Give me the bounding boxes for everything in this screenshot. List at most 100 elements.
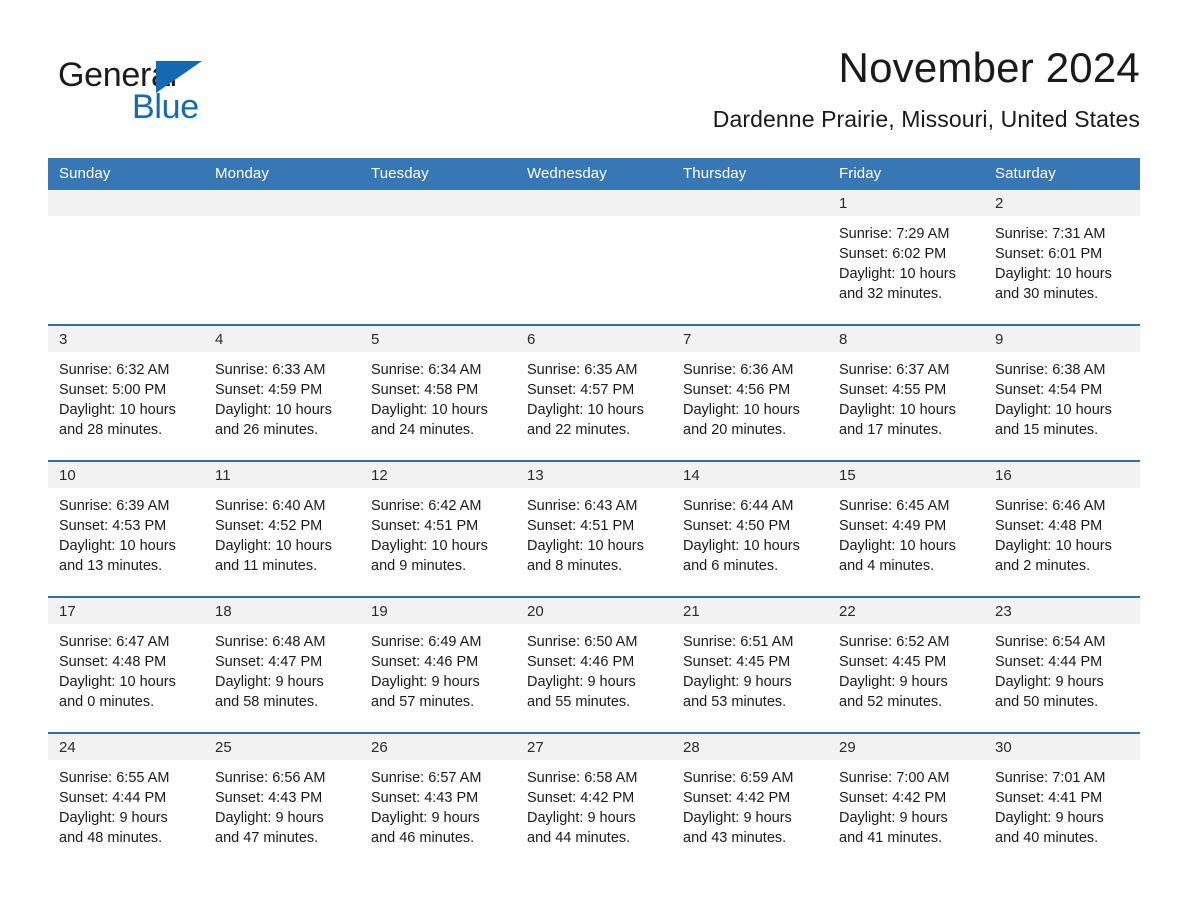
day-details: Sunrise: 6:44 AM Sunset: 4:50 PM Daylight:… [672,488,828,576]
calendar-day-cell[interactable]: 12 Sunrise: 6:42 AM Sunset: 4:51 PM Dayligh… [360,460,516,597]
day-details: Sunrise: 6:52 AM Sunset: 4:45 PM Daylight:… [828,624,984,712]
day-details [360,216,516,224]
day-detail-line: Daylight: 9 hours [215,674,324,690]
day-detail-line: Daylight: 9 hours [839,810,948,826]
day-number: 15 [828,462,984,488]
day-detail-line: Sunset: 5:00 PM [59,382,167,398]
day-detail-line: Daylight: 9 hours [995,810,1104,826]
day-number [516,190,672,216]
day-detail-line: Daylight: 10 hours [527,402,644,418]
day-number: 6 [516,326,672,352]
day-detail-line: and 4 minutes. [839,558,935,574]
day-detail-line: Sunset: 4:45 PM [683,654,791,670]
day-detail-line: Sunrise: 6:56 AM [215,770,326,786]
day-detail-line: Sunset: 4:51 PM [371,518,479,534]
day-details: Sunrise: 6:54 AM Sunset: 4:44 PM Daylight:… [984,624,1140,712]
calendar-day-cell[interactable]: 15 Sunrise: 6:45 AM Sunset: 4:49 PM Dayligh… [828,460,984,597]
day-detail-line: and 40 minutes. [995,830,1099,846]
day-details [204,216,360,224]
day-details: Sunrise: 6:43 AM Sunset: 4:51 PM Daylight:… [516,488,672,576]
day-detail-line: Daylight: 10 hours [59,674,176,690]
calendar-day-cell[interactable]: 4 Sunrise: 6:33 AM Sunset: 4:59 PM Daylight… [204,324,360,461]
calendar-day-cell[interactable]: 13 Sunrise: 6:43 AM Sunset: 4:51 PM Dayligh… [516,460,672,597]
calendar-container: Sunday Monday Tuesday Wednesday Thursday… [48,158,1140,868]
calendar-day-cell[interactable]: 30 Sunrise: 7:01 AM Sunset: 4:41 PM Dayligh… [984,732,1140,868]
day-number: 13 [516,462,672,488]
calendar-day-cell[interactable]: 14 Sunrise: 6:44 AM Sunset: 4:50 PM Dayligh… [672,460,828,597]
day-details: Sunrise: 6:46 AM Sunset: 4:48 PM Daylight:… [984,488,1140,576]
day-detail-line: Daylight: 10 hours [839,538,956,554]
day-detail-line: and 6 minutes. [683,558,779,574]
day-detail-line: and 53 minutes. [683,694,787,710]
calendar-day-cell[interactable]: 22 Sunrise: 6:52 AM Sunset: 4:45 PM Dayligh… [828,596,984,733]
day-details: Sunrise: 6:32 AM Sunset: 5:00 PM Daylight:… [48,352,204,440]
day-details: Sunrise: 7:01 AM Sunset: 4:41 PM Daylight:… [984,760,1140,848]
calendar-day-cell[interactable]: 11 Sunrise: 6:40 AM Sunset: 4:52 PM Dayligh… [204,460,360,597]
day-detail-line: and 50 minutes. [995,694,1099,710]
day-details: Sunrise: 6:57 AM Sunset: 4:43 PM Daylight:… [360,760,516,848]
calendar-day-cell[interactable]: 5 Sunrise: 6:34 AM Sunset: 4:58 PM Daylight… [360,324,516,461]
calendar-day-cell[interactable]: 18 Sunrise: 6:48 AM Sunset: 4:47 PM Dayligh… [204,596,360,733]
day-detail-line: Sunrise: 6:40 AM [215,498,326,514]
calendar-day-cell[interactable]: 16 Sunrise: 6:46 AM Sunset: 4:48 PM Dayligh… [984,460,1140,597]
calendar-day-cell[interactable]: 3 Sunrise: 6:32 AM Sunset: 5:00 PM Daylight… [48,324,204,461]
day-number: 28 [672,734,828,760]
weekday-header-tuesday: Tuesday [360,158,516,190]
calendar-day-cell[interactable]: 10 Sunrise: 6:39 AM Sunset: 4:53 PM Dayligh… [48,460,204,597]
day-detail-line: and 17 minutes. [839,422,943,438]
calendar-day-cell[interactable]: 7 Sunrise: 6:36 AM Sunset: 4:56 PM Daylight… [672,324,828,461]
day-detail-line: and 9 minutes. [371,558,467,574]
day-number: 21 [672,598,828,624]
day-detail-line: Daylight: 10 hours [995,402,1112,418]
day-detail-line: Sunrise: 6:32 AM [59,362,170,378]
day-detail-line: Sunrise: 6:46 AM [995,498,1106,514]
day-detail-line: Sunrise: 6:39 AM [59,498,170,514]
page-header: General Blue November 2024 Dardenne Prai… [48,40,1140,150]
day-details [48,216,204,224]
day-detail-line: and 11 minutes. [215,558,318,574]
calendar-day-cell[interactable]: 20 Sunrise: 6:50 AM Sunset: 4:46 PM Dayligh… [516,596,672,733]
calendar-day-cell[interactable]: 6 Sunrise: 6:35 AM Sunset: 4:57 PM Daylight… [516,324,672,461]
day-detail-line: Sunrise: 6:58 AM [527,770,638,786]
day-detail-line: Sunrise: 6:55 AM [59,770,170,786]
calendar-day-cell[interactable]: 24 Sunrise: 6:55 AM Sunset: 4:44 PM Dayligh… [48,732,204,868]
calendar-table: Sunday Monday Tuesday Wednesday Thursday… [48,158,1140,868]
general-blue-logo[interactable]: General Blue [58,56,318,140]
calendar-week-row: 1 Sunrise: 7:29 AM Sunset: 6:02 PM Daylight… [48,190,1140,325]
calendar-day-cell[interactable]: 8 Sunrise: 6:37 AM Sunset: 4:55 PM Daylight… [828,324,984,461]
calendar-day-cell[interactable]: 2 Sunrise: 7:31 AM Sunset: 6:01 PM Daylight… [984,190,1140,325]
calendar-day-cell[interactable]: 9 Sunrise: 6:38 AM Sunset: 4:54 PM Daylight… [984,324,1140,461]
day-details: Sunrise: 6:47 AM Sunset: 4:48 PM Daylight:… [48,624,204,712]
day-number: 1 [828,190,984,216]
day-details: Sunrise: 6:45 AM Sunset: 4:49 PM Daylight:… [828,488,984,576]
day-number: 16 [984,462,1140,488]
calendar-day-cell[interactable]: 23 Sunrise: 6:54 AM Sunset: 4:44 PM Dayligh… [984,596,1140,733]
day-detail-line: and 32 minutes. [839,286,943,302]
calendar-day-cell[interactable]: 28 Sunrise: 6:59 AM Sunset: 4:42 PM Dayligh… [672,732,828,868]
calendar-day-cell[interactable]: 17 Sunrise: 6:47 AM Sunset: 4:48 PM Dayligh… [48,596,204,733]
calendar-day-cell[interactable]: 19 Sunrise: 6:49 AM Sunset: 4:46 PM Dayligh… [360,596,516,733]
day-detail-line: Sunrise: 6:43 AM [527,498,638,514]
day-detail-line: Sunrise: 6:52 AM [839,634,950,650]
day-number [672,190,828,216]
calendar-day-cell[interactable]: 26 Sunrise: 6:57 AM Sunset: 4:43 PM Dayligh… [360,732,516,868]
day-detail-line: Sunset: 4:46 PM [527,654,635,670]
day-detail-line: Daylight: 9 hours [839,674,948,690]
calendar-day-cell[interactable]: 25 Sunrise: 6:56 AM Sunset: 4:43 PM Dayligh… [204,732,360,868]
calendar-day-cell[interactable]: 1 Sunrise: 7:29 AM Sunset: 6:02 PM Daylight… [828,190,984,325]
day-detail-line: Sunrise: 7:29 AM [839,226,950,242]
day-detail-line: and 55 minutes. [527,694,631,710]
weekday-header-thursday: Thursday [672,158,828,190]
day-number: 4 [204,326,360,352]
day-detail-line: Sunset: 4:49 PM [839,518,947,534]
day-number: 8 [828,326,984,352]
day-detail-line: Sunset: 4:55 PM [839,382,947,398]
calendar-day-cell[interactable]: 21 Sunrise: 6:51 AM Sunset: 4:45 PM Dayligh… [672,596,828,733]
calendar-day-cell[interactable]: 29 Sunrise: 7:00 AM Sunset: 4:42 PM Dayligh… [828,732,984,868]
calendar-header-row: Sunday Monday Tuesday Wednesday Thursday… [48,158,1140,190]
day-details: Sunrise: 6:36 AM Sunset: 4:56 PM Daylight:… [672,352,828,440]
day-details: Sunrise: 6:39 AM Sunset: 4:53 PM Daylight:… [48,488,204,576]
day-detail-line: Sunset: 4:51 PM [527,518,635,534]
calendar-day-cell[interactable]: 27 Sunrise: 6:58 AM Sunset: 4:42 PM Dayligh… [516,732,672,868]
day-detail-line: and 8 minutes. [527,558,623,574]
